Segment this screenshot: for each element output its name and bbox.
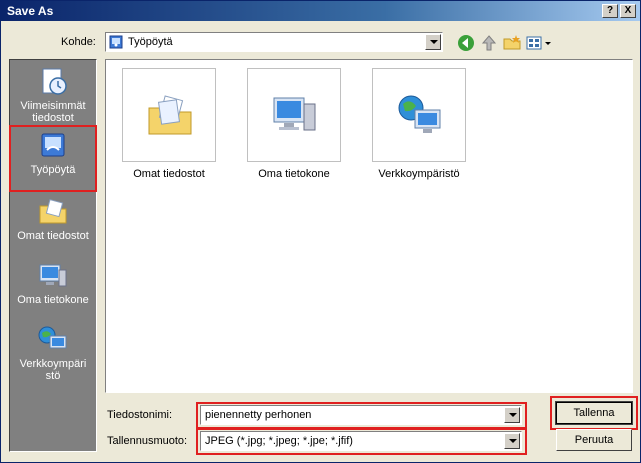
places-bar: Viimeisimmät tiedostot Työpöytä Omat tie… xyxy=(9,59,97,452)
my-documents-icon xyxy=(37,196,69,228)
place-my-computer[interactable]: Oma tietokone xyxy=(10,260,96,306)
filename-highlight xyxy=(196,402,527,429)
new-folder-icon[interactable] xyxy=(502,33,522,53)
title-bar[interactable]: Save As ? X xyxy=(1,1,640,21)
list-item[interactable]: Oma tietokone xyxy=(246,68,342,180)
place-recent[interactable]: Viimeisimmät tiedostot xyxy=(10,66,96,124)
help-button[interactable]: ? xyxy=(602,4,618,18)
place-label: Verkkoympäristö xyxy=(19,358,87,382)
my-computer-icon xyxy=(37,260,69,292)
network-icon xyxy=(37,324,69,356)
item-thumbnail xyxy=(122,68,216,162)
item-thumbnail xyxy=(372,68,466,162)
close-button[interactable]: X xyxy=(620,4,636,18)
filename-label: Tiedostonimi: xyxy=(107,409,173,421)
cancel-button[interactable]: Peruuta xyxy=(556,429,632,451)
item-thumbnail xyxy=(247,68,341,162)
place-label: Viimeisimmät tiedostot xyxy=(20,100,86,124)
item-label: Verkkoympäristö xyxy=(378,168,460,180)
window-title: Save As xyxy=(7,4,54,18)
place-network[interactable]: Verkkoympäristö xyxy=(10,324,96,382)
filetype-highlight xyxy=(196,428,527,455)
item-label: Omat tiedostot xyxy=(133,168,205,180)
item-label: Oma tietokone xyxy=(258,168,330,180)
list-item[interactable]: Verkkoympäristö xyxy=(371,68,467,180)
place-label: Omat tiedostot xyxy=(17,230,89,242)
file-list-view[interactable]: Omat tiedostot Oma tietokone Verkkoympär… xyxy=(105,59,633,393)
location-dropdown-button[interactable] xyxy=(425,34,441,50)
selected-place-highlight xyxy=(9,125,97,192)
back-icon[interactable] xyxy=(456,33,476,53)
place-my-documents[interactable]: Omat tiedostot xyxy=(10,196,96,242)
location-value: Työpöytä xyxy=(128,36,173,48)
views-menu-icon[interactable] xyxy=(525,33,553,53)
location-combo[interactable]: Työpöytä xyxy=(105,32,443,52)
filetype-label: Tallennusmuoto: xyxy=(107,435,188,447)
desktop-icon xyxy=(109,35,123,49)
up-folder-icon[interactable] xyxy=(479,33,499,53)
save-as-dialog: Save As ? X Kohde: Työpöytä Viimeisimmät… xyxy=(0,0,641,463)
place-label: Oma tietokone xyxy=(17,294,89,306)
location-label: Kohde: xyxy=(61,36,96,48)
recent-documents-icon xyxy=(37,66,69,98)
save-button-highlight xyxy=(550,396,638,430)
list-item[interactable]: Omat tiedostot xyxy=(121,68,217,180)
